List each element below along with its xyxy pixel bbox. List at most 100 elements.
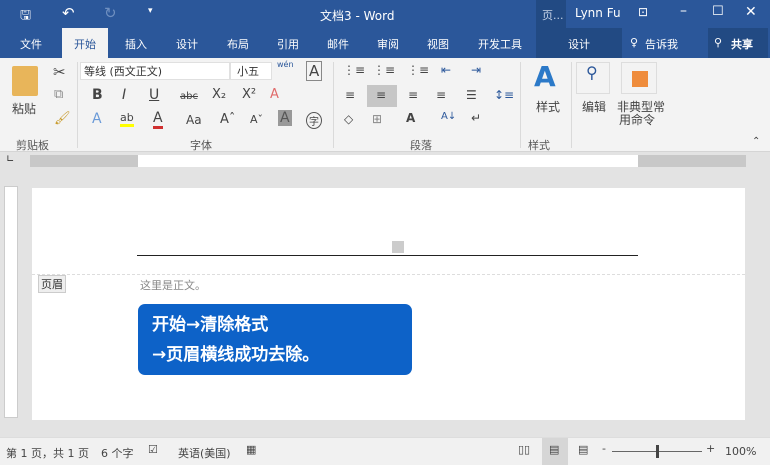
sort-icon[interactable]: A↓ [441,111,456,122]
char-border-icon[interactable]: A [306,61,323,81]
status-bar: 第 1 页，共 1 页 6 个字 ☑ 英语(美国) ▦ ▯▯ ▤ ▤ - + 1… [0,437,770,465]
redo-icon[interactable]: ↻ [104,4,117,22]
subscript-icon[interactable]: X₂ [212,87,226,102]
language[interactable]: 英语(美国) [178,445,231,461]
tell-me[interactable]: 告诉我 [645,36,678,52]
font-name-select[interactable]: 等线 (西文正文) [80,62,230,80]
zoom-in-button[interactable]: + [706,442,715,455]
multilevel-list-icon[interactable]: ⋮≡ [407,63,429,77]
styles-button[interactable]: 样式 [536,98,560,115]
vertical-ruler[interactable] [4,186,18,418]
text-effects-icon[interactable]: A [92,111,102,127]
font-group-label: 字体 [190,139,212,152]
customize-qat-icon[interactable]: ▾ [148,6,153,16]
tab-developer[interactable]: 开发工具 [478,36,522,52]
horizontal-ruler[interactable]: ∟ [0,152,770,170]
callout-line-1: 开始→清除格式 [152,315,269,335]
distributed-icon[interactable]: ☰ [466,88,477,102]
share-button[interactable]: 共享 [731,36,753,52]
line-spacing-icon[interactable]: ↕≡ [494,88,514,102]
format-painter-icon[interactable]: 🖌 [54,111,71,126]
increase-indent-icon[interactable]: ⇥ [471,63,481,77]
page-count[interactable]: 第 1 页，共 1 页 [6,445,89,461]
collapse-ribbon-icon[interactable]: ⌃ [752,136,760,147]
change-case-icon[interactable]: Aa [186,113,202,127]
ribbon-tabs: 文件 开始 插入 设计 布局 引用 邮件 审阅 视图 开发工具 设计 ♀ 告诉我… [0,28,770,58]
bullets-icon[interactable]: ⋮≡ [343,63,365,77]
styles-group-label: 样式 [528,139,550,152]
bold-icon[interactable]: B [92,87,103,103]
tab-selector-icon[interactable]: ∟ [6,154,14,165]
underline-icon[interactable]: U [149,87,159,103]
share-icon[interactable]: ⚲ [714,36,722,49]
justify-icon[interactable]: ≡ [436,88,446,102]
styles-icon[interactable]: A [534,60,556,93]
strikethrough-icon[interactable]: abc [180,91,198,102]
print-layout-icon[interactable]: ▤ [549,443,559,456]
window-title: 文档3 - Word [320,9,395,23]
tab-references[interactable]: 引用 [277,36,299,52]
clear-formatting-icon[interactable]: A [270,87,279,102]
paste-button[interactable]: 粘贴 [12,100,36,117]
borders-icon[interactable]: ⊞ [372,112,382,126]
editing-button[interactable]: 编辑 [582,98,606,115]
grow-font-icon[interactable]: Aˆ [220,112,235,127]
uncommon-commands-label: 用命令 [619,113,656,127]
close-icon[interactable]: ✕ [745,4,757,20]
context-group-label: 页... [542,9,564,22]
zoom-out-button[interactable]: - [602,442,606,455]
paste-icon[interactable] [12,66,38,96]
italic-icon[interactable]: I [122,87,126,103]
proofing-icon[interactable]: ☑ [148,443,158,456]
callout-line-2: →页眉横线成功去除。 [152,345,320,365]
tab-view[interactable]: 视图 [427,36,449,52]
decrease-indent-icon[interactable]: ⇤ [441,63,451,77]
numbering-icon[interactable]: ⋮≡ [373,63,395,77]
enclose-char-icon[interactable]: 字 [306,112,322,129]
undo-icon[interactable]: ↶ [62,4,75,22]
align-center-icon[interactable]: ≡ [376,88,386,102]
ribbon: 粘贴 ✂ ⧉ 🖌 剪贴板 等线 (西文正文) 小五 wén A B I U ab… [0,58,770,152]
zoom-level[interactable]: 100% [725,445,756,458]
uncommon-commands-icon[interactable] [621,62,657,94]
ribbon-display-icon[interactable]: ⊡ [638,5,648,19]
shading-icon[interactable]: ◇ [344,112,353,126]
word-count[interactable]: 6 个字 [101,445,134,461]
web-layout-icon[interactable]: ▤ [578,443,588,456]
tell-me-icon[interactable]: ♀ [630,36,638,49]
align-left-icon[interactable]: ≡ [345,88,355,102]
callout-annotation: 开始→清除格式 →页眉横线成功去除。 [138,304,412,375]
phonetic-guide-button[interactable]: wén [277,60,294,69]
tab-design[interactable]: 设计 [176,36,198,52]
tab-file[interactable]: 文件 [20,36,42,52]
save-icon[interactable]: 🖫 [20,6,31,28]
macro-icon[interactable]: ▦ [246,443,256,456]
show-marks-icon[interactable]: ↵ [471,111,481,125]
superscript-icon[interactable]: X² [242,87,256,102]
header-tag: 页眉 [38,275,66,293]
paragraph-group-label: 段落 [410,139,432,152]
body-text[interactable]: 这里是正文。 [140,277,206,293]
zoom-slider-thumb[interactable] [656,445,659,458]
read-mode-icon[interactable]: ▯▯ [518,443,530,456]
font-color-icon[interactable]: A [153,110,163,129]
char-shading-icon[interactable]: A [278,110,292,126]
tab-home[interactable]: 开始 [74,36,96,52]
tab-mailings[interactable]: 邮件 [327,36,349,52]
font-size-select[interactable]: 小五 [230,62,272,80]
asian-layout-icon[interactable]: A [406,111,415,125]
tab-layout[interactable]: 布局 [227,36,249,52]
tab-header-design[interactable]: 设计 [568,36,590,52]
copy-icon[interactable]: ⧉ [54,87,63,102]
cut-icon[interactable]: ✂ [53,63,66,81]
user-name[interactable]: Lynn Fu [575,6,621,20]
clipboard-group-label: 剪贴板 [16,139,49,152]
tab-review[interactable]: 审阅 [377,36,399,52]
maximize-icon[interactable]: ☐ [712,4,724,19]
search-icon[interactable]: ⚲ [577,63,598,82]
shrink-font-icon[interactable]: Aˇ [250,113,263,126]
align-right-icon[interactable]: ≡ [408,88,418,102]
highlight-icon[interactable]: ab [120,111,134,127]
tab-insert[interactable]: 插入 [125,36,147,52]
minimize-icon[interactable]: – [680,3,687,19]
